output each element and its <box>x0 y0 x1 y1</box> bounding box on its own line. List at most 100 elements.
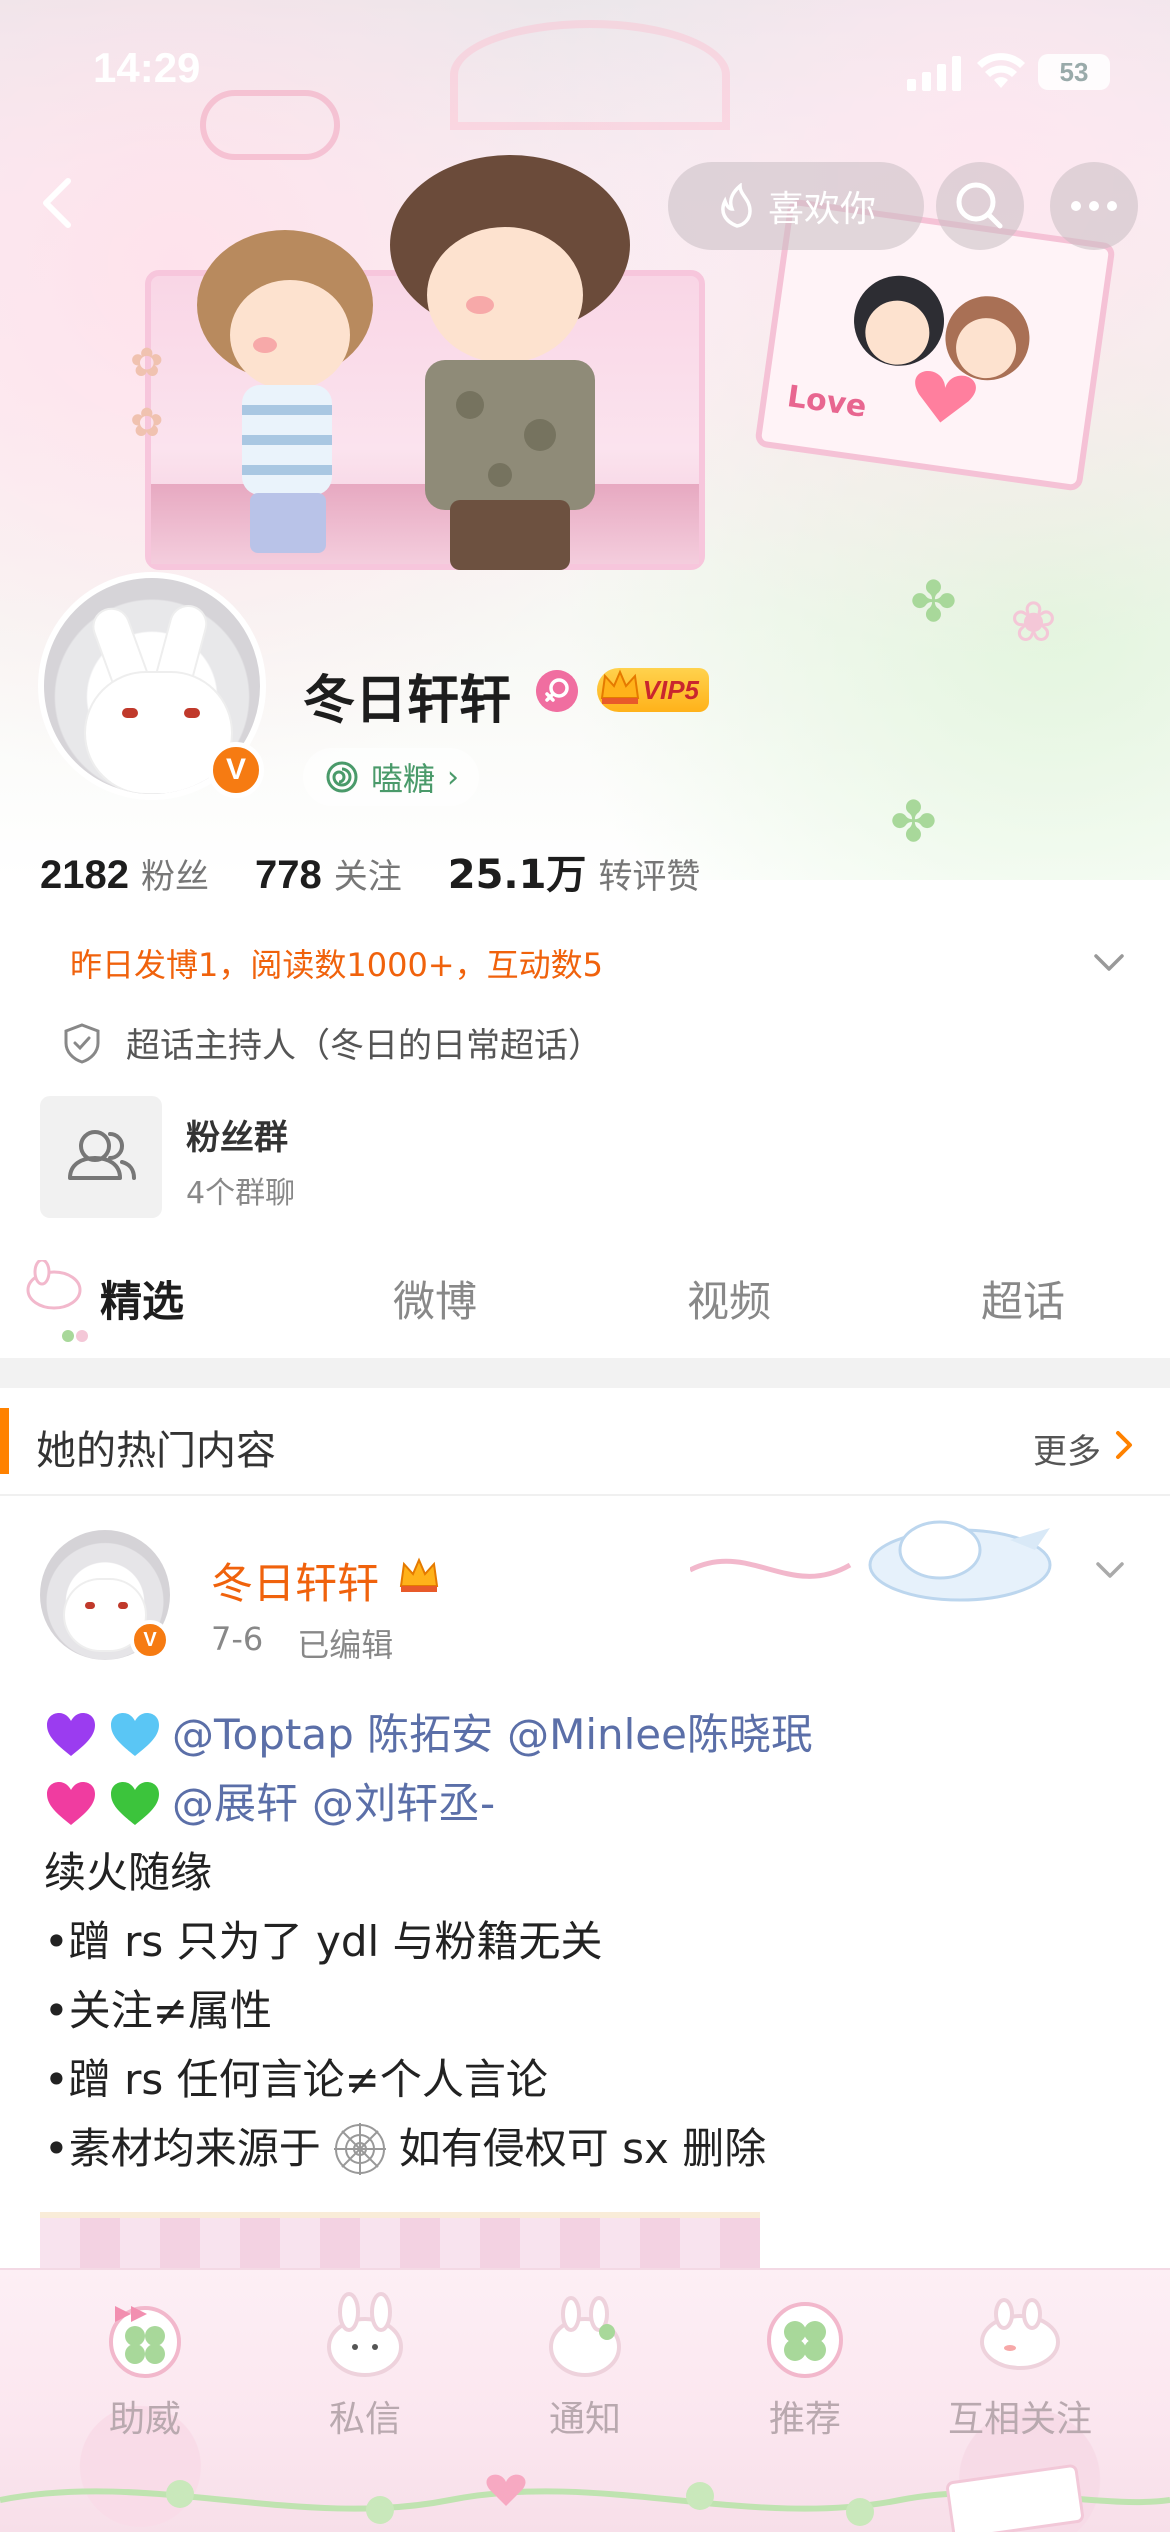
crown-icon <box>600 669 640 704</box>
post-line-mentions-2: @展轩 @刘轩丞- <box>44 1769 1134 1838</box>
super-topic-group-link[interactable]: 嗑糖 › <box>303 748 480 806</box>
message-label: 私信 <box>328 2399 401 2440</box>
section-accent-bar <box>0 1408 9 1474</box>
green-heart-icon <box>111 1781 159 1825</box>
interactions-label: 转评赞 <box>598 857 701 897</box>
followers-count: 2182 <box>40 853 129 897</box>
mention-link[interactable]: @Minlee陈晓珉 <box>507 1700 813 1769</box>
followers-stat[interactable]: 2182 粉丝 <box>40 849 209 898</box>
chevron-right-icon: › <box>447 759 460 795</box>
mutual-follow-label: 互相关注 <box>947 2399 1092 2440</box>
post-line: •关注≠属性 <box>44 1986 272 2035</box>
tab-featured[interactable]: 精选 <box>100 1268 184 1329</box>
post-line: 续火随缘 <box>44 1848 213 1897</box>
mention-link[interactable]: @刘轩丞- <box>312 1769 495 1838</box>
fan-group-title: 粉丝群 <box>186 1118 288 1158</box>
post-line: •蹭 rs 只为了 ydl 与粉籍无关 <box>44 1917 603 1966</box>
female-gender-icon <box>536 670 578 712</box>
bunny-follow-icon <box>980 2298 1060 2370</box>
purple-heart-icon <box>47 1712 95 1756</box>
cheer-label: 助威 <box>108 2399 181 2440</box>
candy-swirl-icon <box>326 761 358 793</box>
post-line-source: •素材均来源于 如有侵权可 sx 删除 <box>44 2114 1134 2183</box>
shield-check-icon <box>64 1022 100 1064</box>
post-edited-label: 已编辑 <box>297 1626 394 1664</box>
battery-indicator: 53 <box>1038 54 1110 90</box>
clover-recommend-icon <box>767 2302 843 2378</box>
cover-character-right <box>390 155 630 570</box>
crown-icon <box>399 1557 439 1592</box>
bunny-tab-decoration-icon <box>26 1260 82 1310</box>
post-line-mentions-1: @Toptap 陈拓安 @Minlee陈晓珉 <box>44 1700 1134 1769</box>
tab-super-topic[interactable]: 超话 <box>981 1268 1065 1329</box>
tab-weibo[interactable]: 微博 <box>393 1268 477 1329</box>
more-link[interactable]: 更多 <box>1033 1424 1101 1473</box>
clover-vine-decoration-icon <box>0 2464 1170 2532</box>
post-author-avatar[interactable]: V <box>40 1530 170 1660</box>
super-topic-host-row[interactable]: 超话主持人（冬日的日常超话） <box>60 1018 602 1067</box>
status-bar: 14:29 53 <box>0 0 1170 145</box>
chevron-down-icon[interactable] <box>1090 1556 1130 1586</box>
post-line: •蹭 rs 任何言论≠个人言论 <box>44 2055 548 2104</box>
bottom-action-bar: 助威 私信 通知 推荐 互相关注 <box>0 2268 1170 2532</box>
vip-level-label: VIP5 <box>642 674 699 705</box>
chevron-down-icon[interactable] <box>1086 942 1132 982</box>
yesterday-summary[interactable]: 昨日发博1，阅读数1000+，互动数5 <box>70 940 603 986</box>
blue-heart-icon <box>111 1712 159 1756</box>
svg-text:Love: Love <box>785 379 869 425</box>
post-text: @Toptap 陈拓安 @Minlee陈晓珉 @展轩 @刘轩丞- 续火随缘 •蹭… <box>44 1700 1134 2183</box>
wifi-icon <box>977 53 1025 88</box>
bow-icon: ❀ <box>1010 590 1057 655</box>
cover-character-left <box>197 230 373 553</box>
clover-icon: ✤ <box>910 570 957 635</box>
signal-icon <box>907 56 961 91</box>
more-dots-icon <box>1071 201 1117 211</box>
clover-tab-decoration-icon <box>62 1330 88 1342</box>
profile-tabs: 精选 微博 视频 超话 <box>0 1230 1170 1360</box>
post-line-text: 如有侵权可 sx 删除 <box>398 2124 767 2173</box>
group-name: 嗑糖 <box>371 760 436 798</box>
like-you-label: 喜欢你 <box>767 189 876 230</box>
section-divider <box>0 1358 1170 1388</box>
fan-group-card[interactable]: 粉丝群 4个群聊 <box>40 1096 640 1218</box>
post-date: 7-6 <box>211 1620 264 1658</box>
post-image-preview[interactable] <box>40 2212 760 2272</box>
post-author-name[interactable]: 冬日轩轩 <box>211 1550 379 1611</box>
flame-heart-icon <box>721 183 752 228</box>
profile-username: 冬日轩轩 <box>303 671 512 731</box>
chevron-right-icon[interactable] <box>1112 1428 1136 1462</box>
following-stat[interactable]: 778 关注 <box>255 849 402 898</box>
clover-icon: ✤ <box>890 790 937 855</box>
notification-label: 通知 <box>548 2399 621 2440</box>
following-count: 778 <box>254 853 322 897</box>
search-icon <box>956 182 1003 229</box>
verified-badge-icon: V <box>130 1620 170 1660</box>
pink-heart-icon <box>47 1781 95 1825</box>
verified-badge-icon: V <box>208 742 264 798</box>
following-label: 关注 <box>333 857 402 897</box>
fan-group-icon-box <box>40 1096 162 1218</box>
mention-link[interactable]: @Toptap 陈拓安 <box>172 1700 493 1769</box>
bunny-sticker-icon: ✿ <box>130 340 164 386</box>
host-role-label: 超话主持人（冬日的日常超话） <box>126 1026 602 1066</box>
post-meta: 7-6 已编辑 <box>211 1620 393 1666</box>
back-button[interactable] <box>22 165 98 241</box>
fan-group-subtitle: 4个群聊 <box>186 1176 296 1211</box>
cloud-bunny-decoration-icon <box>690 1520 1052 1602</box>
followers-label: 粉丝 <box>140 857 209 897</box>
search-button[interactable] <box>936 162 1024 250</box>
tab-video[interactable]: 视频 <box>687 1268 771 1329</box>
like-you-button[interactable]: 喜欢你 <box>668 162 924 250</box>
recommend-label: 推荐 <box>768 2399 841 2440</box>
status-time: 14:29 <box>93 44 201 91</box>
mention-link[interactable]: @展轩 <box>172 1769 298 1838</box>
vip-level-badge[interactable]: VIP5 <box>597 668 709 712</box>
interactions-stat[interactable]: 25.1万 转评赞 <box>448 842 701 900</box>
bunny-message-icon <box>327 2292 403 2377</box>
hot-content-header: 她的热门内容 更多 <box>0 1388 1170 1496</box>
group-people-icon <box>68 1130 136 1180</box>
spider-web-icon <box>333 2122 386 2175</box>
profile-avatar[interactable]: V <box>38 572 266 800</box>
bunny-sticker-icon: ✿ <box>130 400 164 446</box>
more-button[interactable] <box>1050 162 1138 250</box>
